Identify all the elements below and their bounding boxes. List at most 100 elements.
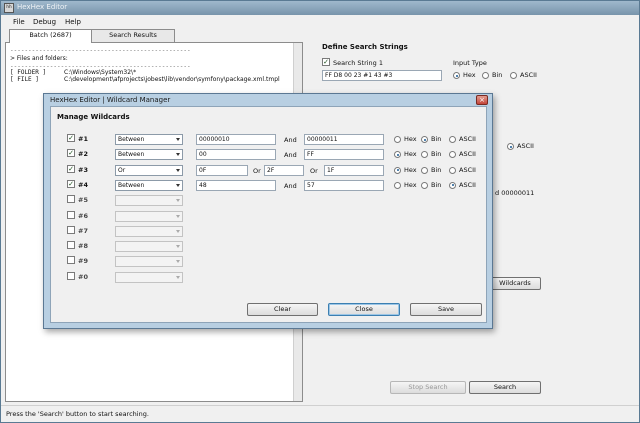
wildcard-mode-select[interactable] xyxy=(115,241,183,253)
wildcard-type-label: ASCII xyxy=(459,135,476,143)
chevron-down-icon xyxy=(176,260,180,264)
input-type-hex-radio[interactable] xyxy=(453,72,460,79)
wildcard-value-1[interactable]: 48 xyxy=(196,179,276,191)
wildcard-type-label: Bin xyxy=(431,180,442,189)
wildcard-type-hex-radio[interactable] xyxy=(394,181,401,189)
menu-file[interactable]: File xyxy=(13,18,25,26)
wildcard-type-ascii-radio[interactable] xyxy=(449,181,456,189)
chevron-down-icon xyxy=(176,214,180,218)
wildcard-mode-value: Between xyxy=(118,136,145,143)
search-button[interactable]: Search xyxy=(469,381,541,394)
search-string-1-checkbox[interactable]: ✓ xyxy=(322,58,330,66)
wildcard-checkbox[interactable]: ✓ xyxy=(67,134,75,142)
input-type-ascii-radio[interactable] xyxy=(510,72,517,79)
search-string-3-ascii-radio[interactable] xyxy=(507,143,514,150)
wildcard-mode-select[interactable]: Or xyxy=(115,164,183,176)
wildcard-type-bin-radio[interactable] xyxy=(421,136,428,143)
wildcard-checkbox[interactable] xyxy=(67,195,75,204)
tab-search-results[interactable]: Search Results xyxy=(91,29,175,42)
wildcard-type-label: ASCII xyxy=(459,180,476,189)
stop-search-button[interactable]: Stop Search xyxy=(390,381,466,394)
wildcard-mode-select[interactable] xyxy=(115,271,183,283)
save-button[interactable]: Save xyxy=(410,303,482,316)
chevron-down-icon xyxy=(176,168,180,172)
wildcard-checkbox[interactable] xyxy=(67,256,75,265)
chevron-down-icon xyxy=(176,229,180,233)
batch-row-path[interactable]: C:\Windows\System32\* xyxy=(64,69,136,76)
input-type-bin-label: Bin xyxy=(492,71,503,79)
wildcard-type-ascii-radio[interactable] xyxy=(449,166,456,174)
wildcard-type-label: Bin xyxy=(431,150,442,159)
wildcard-checkbox[interactable]: ✓ xyxy=(67,179,75,188)
wildcard-id: #1 xyxy=(78,135,88,143)
wildcard-mode-select[interactable] xyxy=(115,210,183,222)
wildcard-type-hex-radio[interactable] xyxy=(394,136,401,143)
wildcard-checkbox[interactable] xyxy=(67,241,75,250)
wildcard-checkbox[interactable]: ✓ xyxy=(67,164,75,173)
wildcard-type-label: Hex xyxy=(404,135,417,143)
wildcard-id: #0 xyxy=(78,272,88,281)
wildcard-type-hex-radio[interactable] xyxy=(394,151,401,159)
wildcard-checkbox[interactable] xyxy=(67,271,75,280)
wildcard-id: #2 xyxy=(78,150,88,159)
batch-row-kind: [ FILE ] xyxy=(10,76,39,83)
dialog-body: Manage Wildcards ✓ #1 Between 00000010 And 00… xyxy=(50,106,487,323)
wildcards-button[interactable]: Wildcards xyxy=(489,277,541,290)
wildcard-mode-select[interactable]: Between xyxy=(115,134,183,145)
input-type-hex-label: Hex xyxy=(463,71,476,79)
wildcard-type-bin-radio[interactable] xyxy=(421,151,428,159)
wildcard-mode-value: Between xyxy=(118,181,145,189)
search-string-1-label: Search String 1 xyxy=(333,59,383,67)
wildcard-type-label: Hex xyxy=(404,180,417,189)
window-title: HexHex Editor xyxy=(17,3,68,11)
wildcard-value-2[interactable]: 2F xyxy=(264,164,304,176)
wildcard-id: #8 xyxy=(78,242,88,251)
wildcard-value-1[interactable]: 0F xyxy=(196,164,248,176)
clear-button[interactable]: Clear xyxy=(247,303,318,316)
menu-debug[interactable]: Debug xyxy=(33,18,56,26)
wildcard-type-ascii-radio[interactable] xyxy=(449,151,456,159)
wildcard-checkbox[interactable] xyxy=(67,210,75,219)
app-icon: hh xyxy=(4,3,14,13)
wildcard-type-label: ASCII xyxy=(459,150,476,159)
wildcard-separator: Or xyxy=(310,166,318,175)
close-icon[interactable]: × xyxy=(476,95,488,105)
chevron-down-icon xyxy=(176,199,180,203)
wildcard-value-2[interactable]: 57 xyxy=(304,179,384,191)
wildcard-mode-select[interactable] xyxy=(115,195,183,207)
wildcard-value-3[interactable]: 1F xyxy=(324,164,384,176)
wildcard-mode-select[interactable] xyxy=(115,225,183,237)
input-type-bin-radio[interactable] xyxy=(482,72,489,79)
wildcard-separator: And xyxy=(284,136,297,144)
search-string-1-input[interactable]: FF D8 00 23 #1 43 #3 xyxy=(322,70,442,81)
wildcard-value-2[interactable]: 00000011 xyxy=(304,134,384,145)
wildcard-type-label: ASCII xyxy=(459,165,476,174)
menu-bar: File Debug Help xyxy=(1,15,639,29)
wildcard-mode-value: Or xyxy=(118,166,126,174)
title-bar: hh HexHex Editor xyxy=(1,1,639,15)
status-bar: Press the 'Search' button to start searc… xyxy=(1,405,639,422)
wildcard-id: #5 xyxy=(78,196,88,205)
wildcard-mode-select[interactable] xyxy=(115,256,183,268)
wildcard-value-2[interactable]: FF xyxy=(304,149,384,161)
wildcard-value-1[interactable]: 00000010 xyxy=(196,134,276,145)
search-string-3-ascii-label: ASCII xyxy=(517,142,534,150)
batch-row-path[interactable]: C:\development\afprojects\jobest\lib\ven… xyxy=(64,76,280,83)
wildcard-type-bin-radio[interactable] xyxy=(421,166,428,174)
wildcard-value-1[interactable]: 00 xyxy=(196,149,276,161)
wildcard-mode-select[interactable]: Between xyxy=(115,179,183,191)
wildcard-type-ascii-radio[interactable] xyxy=(449,136,456,143)
batch-row-kind: [ FOLDER ] xyxy=(10,69,47,76)
wildcard-checkbox[interactable]: ✓ xyxy=(67,149,75,158)
close-button[interactable]: Close xyxy=(328,303,400,316)
menu-help[interactable]: Help xyxy=(65,18,81,26)
wildcard-type-label: Bin xyxy=(431,135,442,143)
wildcard-type-bin-radio[interactable] xyxy=(421,181,428,189)
wildcard-type-label: Hex xyxy=(404,165,417,174)
wildcard-type-hex-radio[interactable] xyxy=(394,166,401,174)
wildcard-checkbox[interactable] xyxy=(67,225,75,234)
wildcard-mode-select[interactable]: Between xyxy=(115,149,183,161)
wildcard-id: #6 xyxy=(78,211,88,220)
wildcard-id: #7 xyxy=(78,226,88,235)
tab-batch[interactable]: Batch (2687) xyxy=(9,29,92,43)
